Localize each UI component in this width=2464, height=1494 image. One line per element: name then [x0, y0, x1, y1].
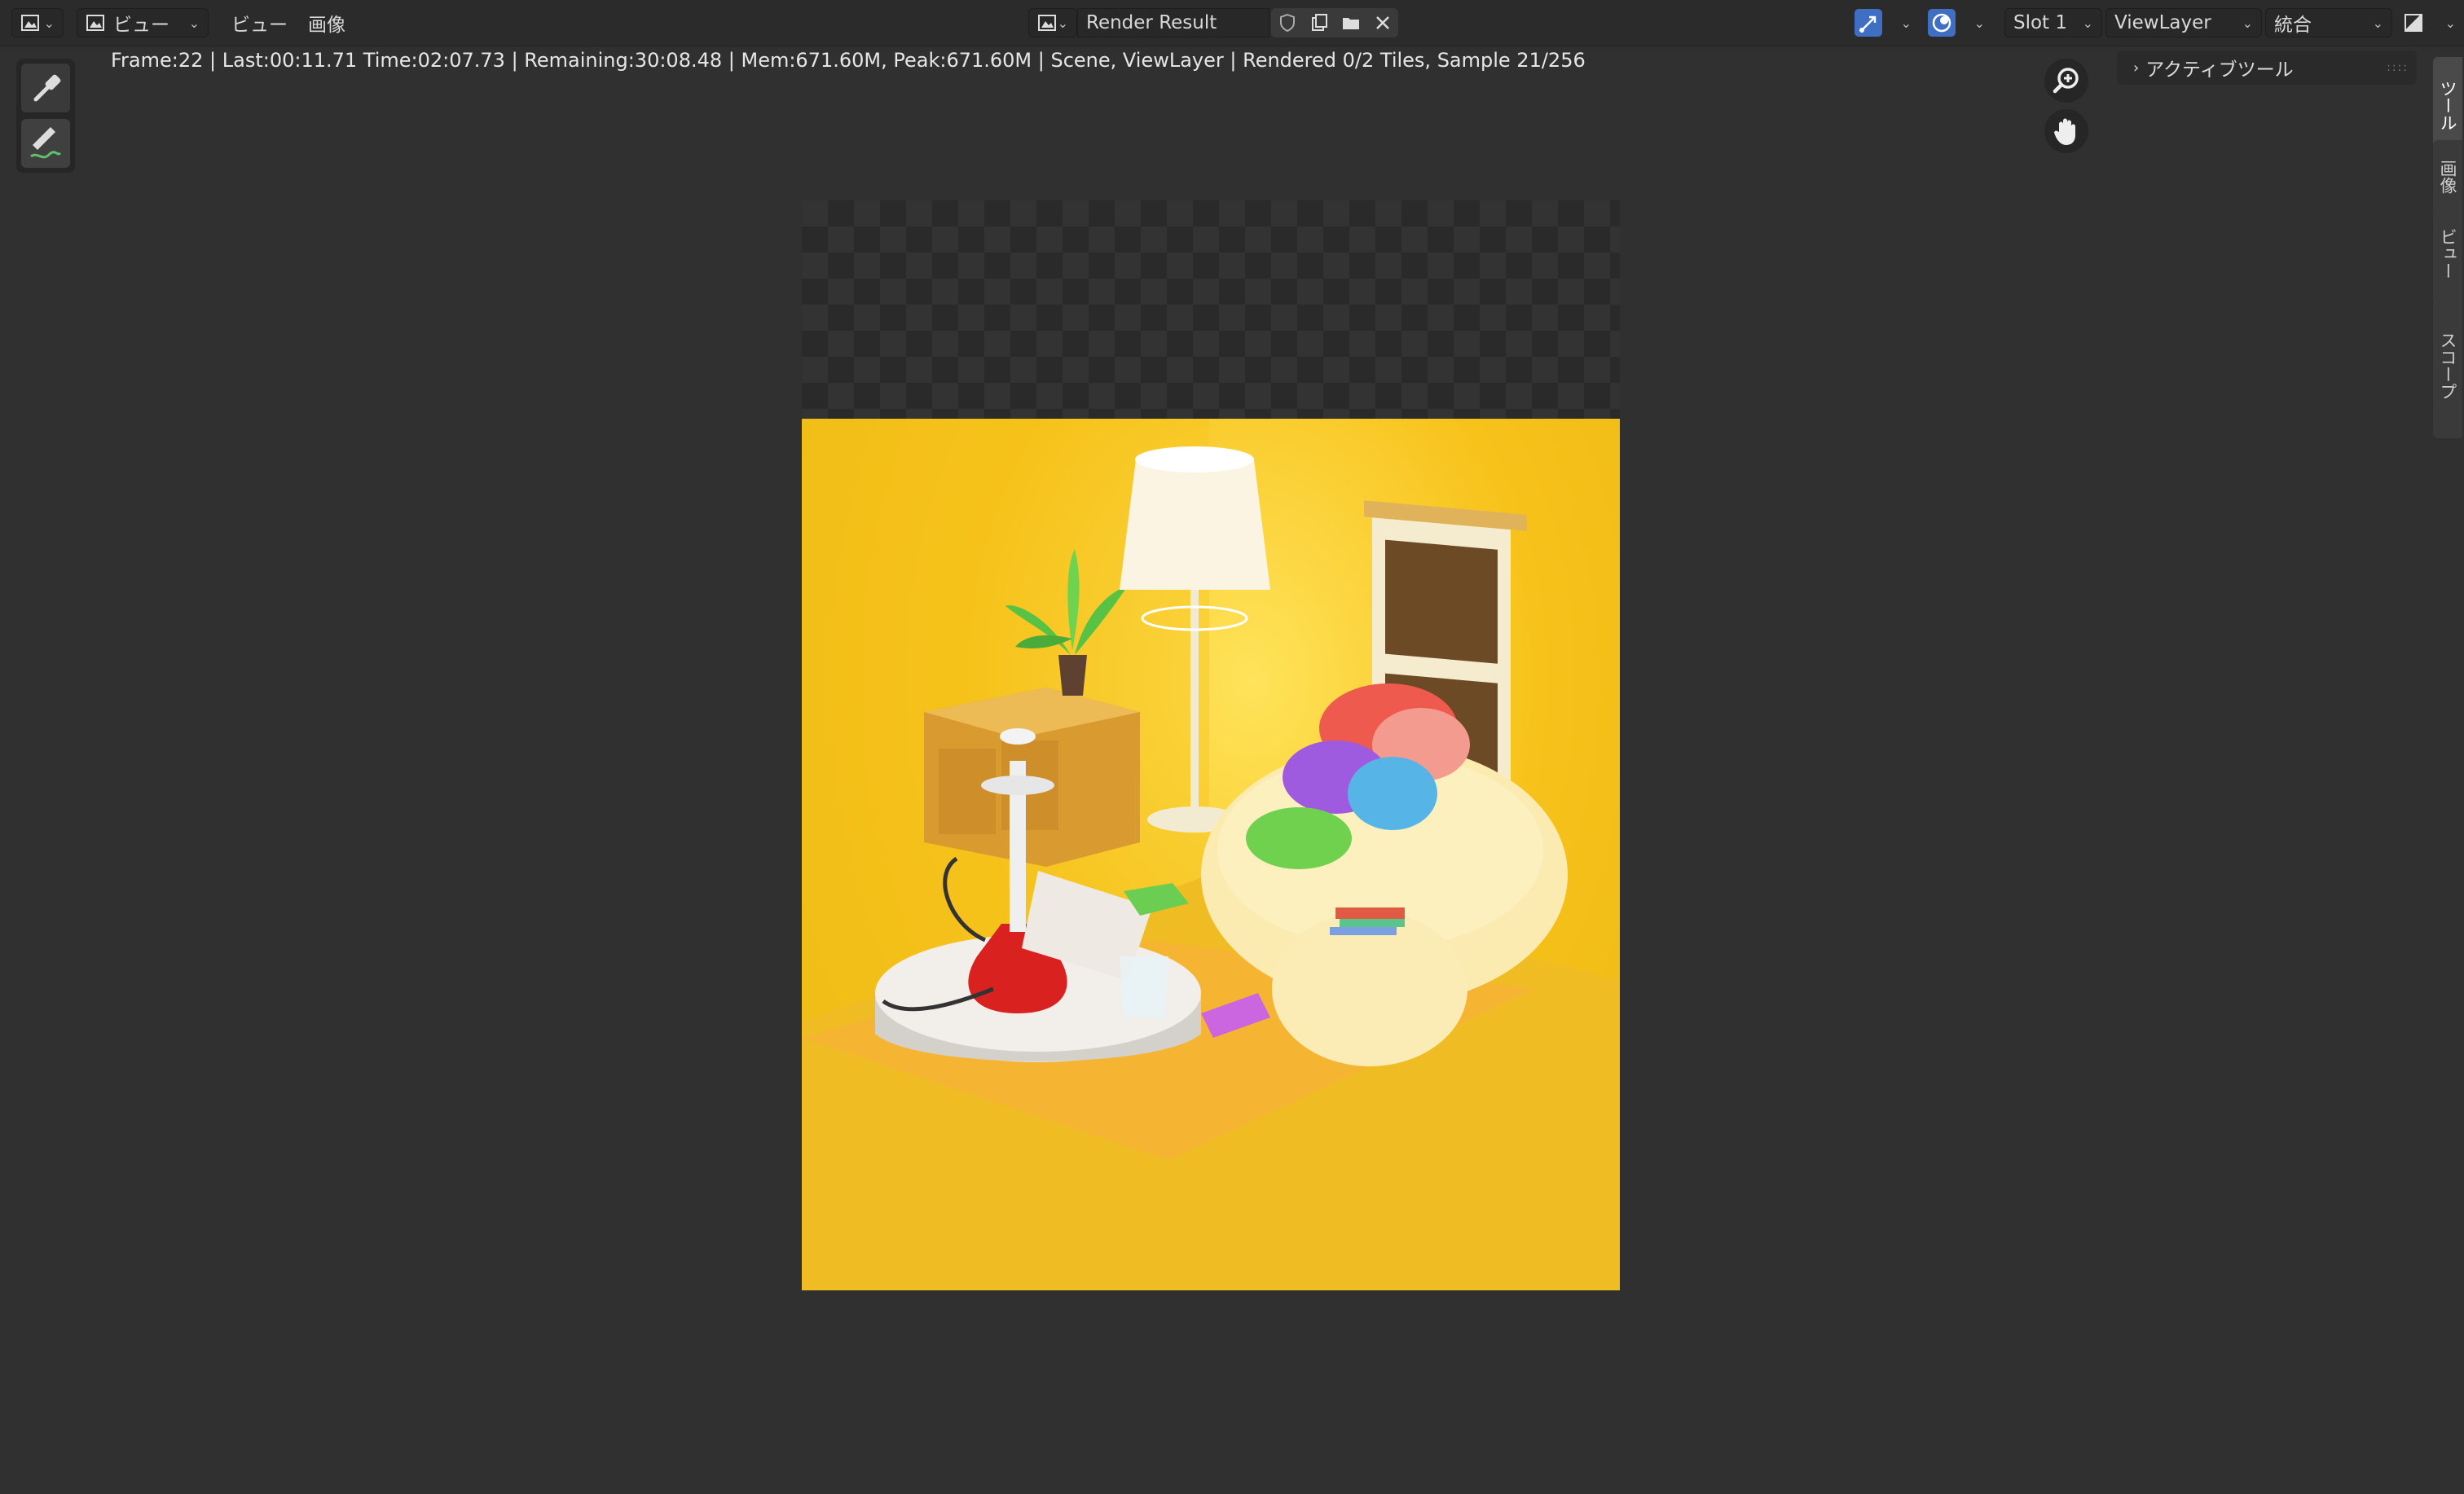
chevron-down-icon: ⌄: [1900, 15, 1912, 31]
image-actions: [1271, 8, 1398, 37]
tab-tool[interactable]: ツール: [2433, 57, 2462, 153]
fake-user-shield-icon[interactable]: [1278, 13, 1297, 33]
view-mode-dropdown[interactable]: ビュー ⌄: [77, 8, 209, 37]
sample-tool-dropdown[interactable]: ⌄: [1855, 8, 1912, 37]
image-browse-icon: [1038, 15, 1056, 31]
tab-view[interactable]: ビュー: [2433, 209, 2462, 298]
view-layer-dropdown[interactable]: ViewLayer ⌄: [2105, 8, 2262, 37]
hand-icon: [2054, 118, 2075, 145]
chevron-right-icon: ›: [2133, 59, 2140, 77]
annotate-pencil-icon: [30, 127, 62, 159]
menu-view[interactable]: ビュー: [225, 8, 294, 37]
toolbar: [16, 59, 75, 173]
pass-label: 統合: [2274, 15, 2312, 36]
close-icon[interactable]: [1373, 13, 1393, 33]
overlay-dropdown[interactable]: ⌄: [1928, 8, 1985, 37]
zoom-button[interactable]: [2044, 59, 2088, 103]
view-layer-label: ViewLayer: [2114, 12, 2211, 33]
image-name-field[interactable]: Render Result: [1077, 8, 1269, 37]
view-mode-label: ビュー: [113, 15, 169, 36]
active-tool-panel-title: アクティブツール: [2145, 59, 2294, 81]
transparent-checker-area: [802, 200, 1620, 419]
tab-image[interactable]: 画像: [2433, 140, 2462, 213]
active-tool-panel-header[interactable]: › アクティブツール ::::: [2117, 51, 2417, 85]
display-channels-icon: [2405, 14, 2422, 32]
editor-type-dropdown[interactable]: ⌄: [11, 8, 64, 37]
image-name: Render Result: [1086, 12, 1217, 33]
menu-image[interactable]: 画像: [301, 8, 352, 37]
image-view-icon: [86, 15, 104, 31]
open-folder-icon[interactable]: [1341, 13, 1361, 33]
chevron-down-icon: ⌄: [2372, 15, 2383, 31]
pass-dropdown[interactable]: 統合 ⌄: [2265, 8, 2392, 37]
display-channels-dropdown[interactable]: ⌄: [2404, 8, 2456, 37]
slot-dropdown[interactable]: Slot 1 ⌄: [2004, 8, 2102, 37]
zoom-icon: [2053, 68, 2079, 94]
tab-scope[interactable]: スコープ: [2433, 293, 2462, 438]
render-result-image[interactable]: [802, 419, 1620, 1290]
new-image-icon[interactable]: [1309, 13, 1329, 33]
image-browse-dropdown[interactable]: ⌄: [1028, 8, 1077, 37]
chevron-down-icon: ⌄: [2242, 15, 2253, 31]
annotate-tool-button[interactable]: [21, 119, 70, 168]
chevron-down-icon: ⌄: [43, 15, 55, 31]
image-editor-icon: [21, 15, 39, 31]
chevron-down-icon: ⌄: [1057, 15, 1068, 31]
overlay-icon: [1928, 9, 1956, 37]
render-status: Frame:22 | Last:00:11.71 Time:02:07.73 |…: [111, 49, 1586, 72]
render-scene-illustration: [802, 419, 1620, 1290]
slot-label: Slot 1: [2013, 12, 2068, 33]
gizmo-icon: [1855, 9, 1882, 37]
pan-button[interactable]: [2044, 109, 2088, 153]
header-bar: ⌄ ビュー ⌄ ビュー 画像 ⌄ Render Result ⌄ ⌄ Slot …: [0, 0, 2464, 46]
chevron-down-icon: ⌄: [1973, 15, 1985, 31]
sample-tool-button[interactable]: [21, 64, 70, 112]
glass: [1120, 956, 1168, 1017]
chevron-down-icon: ⌄: [2082, 15, 2093, 31]
eyedropper-icon: [33, 74, 61, 102]
chevron-down-icon: ⌄: [188, 15, 200, 31]
drag-handle-icon[interactable]: ::::: [2387, 61, 2409, 74]
chevron-down-icon: ⌄: [2444, 15, 2456, 31]
sidebar-tabs: ツール 画像 ビュー スコープ: [2428, 49, 2464, 1271]
